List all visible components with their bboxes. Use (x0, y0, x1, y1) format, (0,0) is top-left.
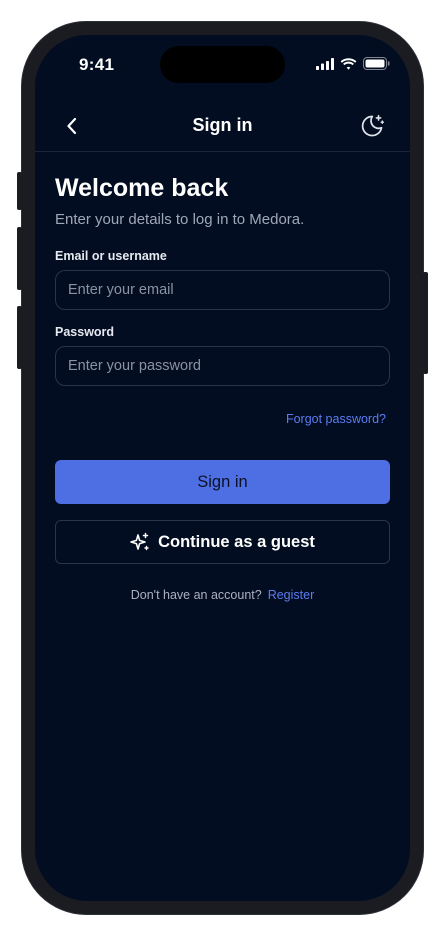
nav-bar: Sign in (35, 101, 410, 152)
dynamic-island (160, 46, 285, 83)
action-button (17, 172, 22, 210)
password-label: Password (55, 325, 115, 339)
register-link[interactable]: Register (268, 588, 315, 602)
email-input[interactable] (55, 270, 390, 310)
screen: 9:41 Sign in Welcome back Enter your det… (35, 35, 410, 901)
status-bar: 9:41 (35, 35, 410, 89)
wifi-icon (340, 57, 357, 75)
volume-down-button (17, 306, 22, 369)
battery-icon (363, 57, 390, 75)
sign-in-form: Welcome back Enter your details to log i… (55, 172, 390, 602)
phone-frame: 9:41 Sign in Welcome back Enter your det… (17, 22, 428, 914)
power-button (423, 272, 428, 374)
no-account-text: Don't have an account? (130, 588, 262, 602)
email-label: Email or username (55, 249, 167, 263)
cellular-signal-icon (316, 57, 334, 75)
sign-in-button[interactable]: Sign in (55, 460, 390, 504)
welcome-heading: Welcome back (55, 174, 229, 202)
register-row: Don't have an account? Register (55, 588, 390, 602)
moon-sparkle-icon (361, 114, 385, 137)
forgot-password-row: Forgot password? (55, 410, 390, 428)
status-icons (316, 57, 390, 75)
status-time: 9:41 (79, 55, 115, 74)
welcome-subtitle: Enter your details to log in to Medora. (55, 211, 305, 228)
password-input[interactable] (55, 346, 390, 386)
guest-button-label: Continue as a guest (158, 532, 315, 551)
page-title: Sign in (192, 115, 253, 135)
guest-button[interactable]: Continue as a guest (55, 520, 390, 564)
volume-up-button (17, 227, 22, 290)
forgot-password-link[interactable]: Forgot password? (286, 412, 386, 426)
theme-toggle-button[interactable] (358, 112, 386, 140)
sparkles-icon (130, 532, 149, 551)
